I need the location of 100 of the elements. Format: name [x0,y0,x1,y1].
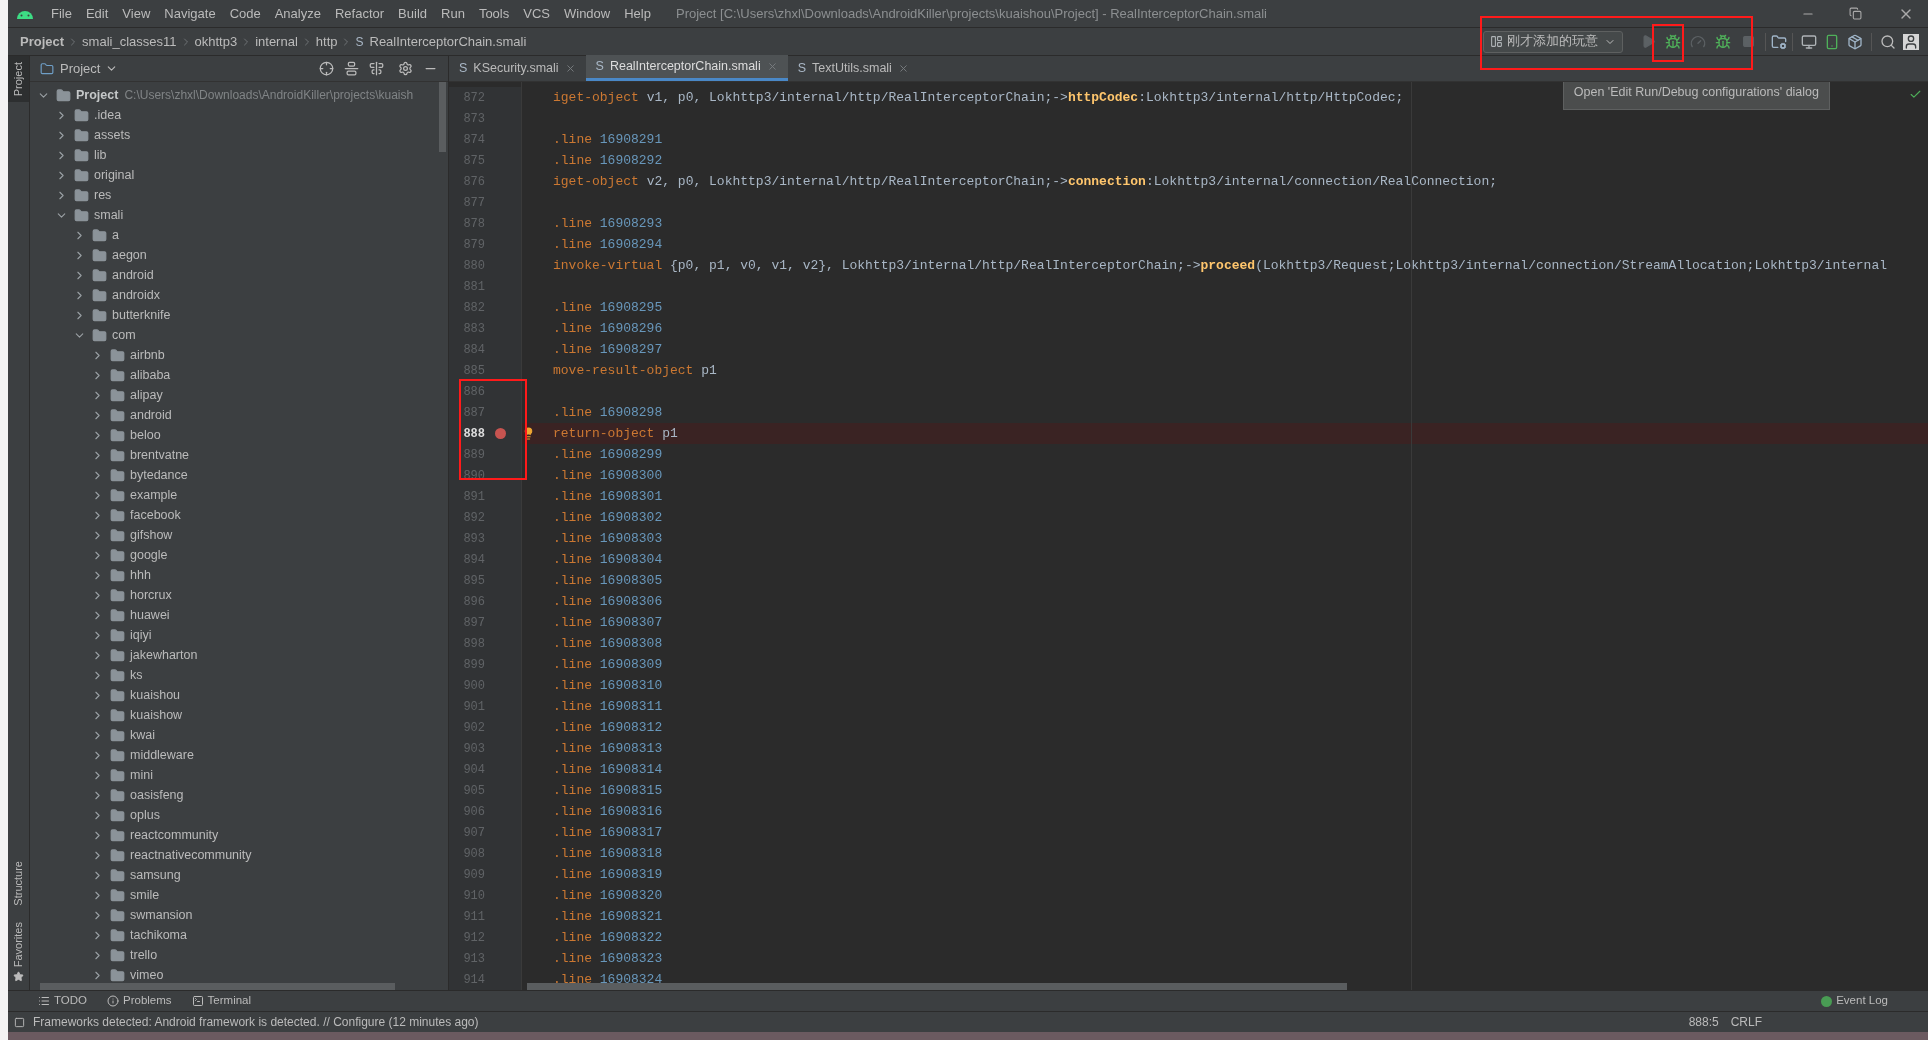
tree-item[interactable]: iqiyi [130,625,152,645]
tool-window-button[interactable]: TODO [38,992,87,1010]
tool-window-button[interactable]: Problems [107,992,172,1010]
tree-item[interactable]: com [112,325,136,345]
tree-item[interactable]: horcrux [130,585,172,605]
tree-item[interactable]: oasisfeng [130,785,184,805]
tree-item[interactable]: .idea [94,105,122,125]
tree-item[interactable]: oplus [130,805,160,825]
tree-item[interactable]: beloo [130,425,161,445]
account-icon[interactable] [1903,33,1919,50]
tree-item[interactable]: kuaishou [130,685,181,705]
tree-item[interactable]: Project [76,85,119,105]
menu-item[interactable]: Code [222,3,268,24]
cursor-position[interactable]: 888:5 [1688,1013,1719,1031]
expand-all-icon[interactable] [344,61,359,76]
tree-item[interactable]: assets [94,125,131,145]
tree-item[interactable]: alipay [130,385,163,405]
tree-item[interactable]: original [94,165,135,185]
tree-item[interactable]: bytedance [130,465,188,485]
menu-item[interactable]: File [44,3,79,24]
star-icon[interactable] [13,971,24,982]
breakpoint-icon[interactable] [495,428,506,439]
tree-item[interactable]: tachikoma [130,925,187,945]
project-view-selector[interactable]: Project [60,58,101,79]
menu-item[interactable]: Window [556,3,618,24]
menu-item[interactable]: Navigate [157,3,223,24]
tree-item[interactable]: a [112,225,119,245]
monitor-icon[interactable] [1801,33,1817,50]
tree-item[interactable]: smile [130,885,160,905]
run-config-dropdown[interactable]: 刚才添加的玩意 [1483,30,1623,53]
menu-item[interactable]: Help [617,3,658,24]
tree-item[interactable]: reactcommunity [130,825,219,845]
project-structure-icon[interactable] [1771,33,1787,50]
tree-item[interactable]: jakewharton [130,645,198,665]
tree-item[interactable]: vimeo [130,965,164,985]
scrollbar[interactable] [439,82,446,152]
code-line: iget-object v1, p0, Lokhttp3/internal/http/RealInterceptorChain;->httpCodec:Lokhttp3/internal/http/HttpCodec; [553,88,1404,107]
tree-item[interactable]: kuaishow [130,705,183,725]
menu-item[interactable]: Refactor [327,3,392,24]
tree-item[interactable]: lib [94,145,107,165]
tree-item[interactable]: facebook [130,505,181,525]
line-separator[interactable]: CRLF [1730,1013,1762,1031]
folder-icon [74,127,89,143]
tree-item[interactable]: aegon [112,245,147,265]
menu-item[interactable]: Run [434,3,472,24]
code-line: .line 16908321 [553,907,663,926]
tree-item[interactable]: brentvatne [130,445,190,465]
tree-item[interactable]: trello [130,945,158,965]
editor-tab[interactable]: S TextUtils.smali [787,55,919,81]
menu-item[interactable]: Analyze [267,3,328,24]
scrollbar[interactable] [527,983,1347,990]
close-icon[interactable] [897,62,909,74]
tree-item[interactable]: middleware [130,745,194,765]
favorites-tool-tab[interactable]: Favorites [10,921,27,967]
close-icon[interactable] [564,62,576,74]
tree-item[interactable]: alibaba [130,365,171,385]
tree-item[interactable]: example [130,485,178,505]
tree-item[interactable]: huawei [130,605,170,625]
tree-item[interactable]: butterknife [112,305,171,325]
tree-item[interactable]: reactnativecommunity [130,845,252,865]
editor-tab[interactable]: S RealInterceptorChain.smali [585,55,788,81]
tree-item[interactable]: hhh [130,565,151,585]
breadcrumb-item[interactable]: Project [20,31,65,52]
breadcrumb-item[interactable]: internal [255,31,298,52]
event-log-button[interactable]: Event Log [1821,992,1888,1010]
tool-window-button[interactable]: Terminal [191,992,252,1010]
tree-item[interactable]: androidx [112,285,160,305]
device-icon[interactable] [1824,33,1840,50]
tree-item[interactable]: samsung [130,865,181,885]
editor-tab[interactable]: S KSecurity.smali [449,55,586,81]
folder-icon [110,467,125,483]
settings-icon[interactable] [398,61,413,76]
search-icon[interactable] [1880,33,1896,50]
menu-item[interactable]: VCS [516,3,557,24]
menu-item[interactable]: View [115,3,158,24]
tree-item[interactable]: google [130,545,168,565]
tree-item[interactable]: kwai [130,725,155,745]
menu-item[interactable]: Build [391,3,434,24]
tree-item[interactable]: gifshow [130,525,173,545]
tree-item[interactable]: android [112,265,154,285]
scrollbar[interactable] [40,983,395,990]
breadcrumb-item[interactable]: smali_classes11 [82,31,177,52]
locate-icon[interactable] [319,61,334,76]
structure-tool-tab[interactable]: Structure [10,861,27,906]
tree-item[interactable]: swmansion [130,905,193,925]
tree-item[interactable]: smali [94,205,124,225]
menu-item[interactable]: Edit [78,3,116,24]
collapse-all-icon[interactable] [369,61,384,76]
tree-item[interactable]: android [130,405,172,425]
tree-item[interactable]: ks [130,665,143,685]
tree-item[interactable]: airbnb [130,345,165,365]
breadcrumb-item[interactable]: http [315,31,338,52]
tree-item[interactable]: res [94,185,112,205]
restore-icon[interactable] [1849,7,1862,20]
breadcrumb-item[interactable]: RealInterceptorChain.smali [369,31,527,52]
menu-item[interactable]: Tools [471,3,517,24]
tree-item[interactable]: mini [130,765,153,785]
breadcrumb-item[interactable]: okhttp3 [194,31,238,52]
package-icon[interactable] [1847,33,1863,50]
project-tool-tab[interactable]: Project [8,56,29,103]
